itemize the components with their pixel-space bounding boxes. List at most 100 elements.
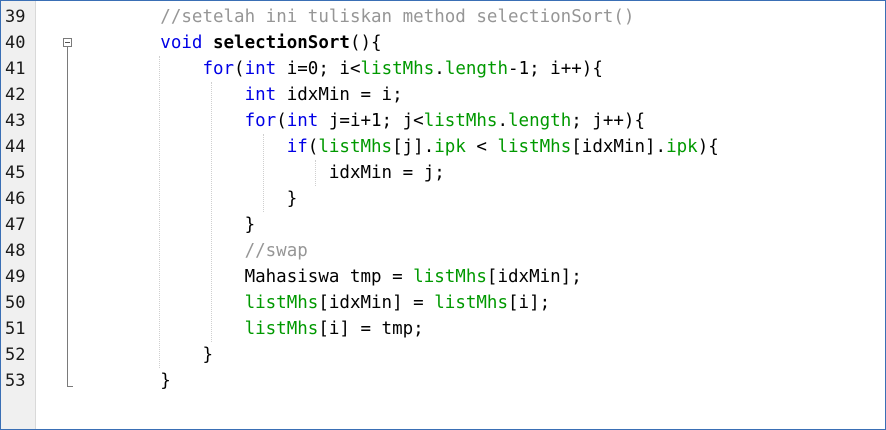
code-token-method: selectionSort — [212, 33, 350, 53]
code-text: } — [76, 212, 256, 238]
code-line[interactable]: 42 int idxMin = i; — [1, 82, 885, 108]
code-line[interactable]: 51 listMhs[i] = tmp; — [1, 316, 885, 342]
code-token-comment: //setelah ini tuliskan method selectionS… — [160, 7, 635, 27]
code-token-field: ipk — [666, 137, 698, 157]
code-line[interactable]: 53 } — [1, 368, 885, 394]
code-token-keyword: int — [286, 111, 319, 131]
code-token-plain: } — [244, 215, 256, 235]
code-token-plain: } — [286, 189, 298, 209]
code-editor[interactable]: 39 //setelah ini tuliskan method selecti… — [0, 0, 886, 430]
code-token-field: length — [444, 59, 509, 79]
line-number: 47 — [5, 215, 26, 235]
code-text: listMhs[i] = tmp; — [76, 316, 424, 342]
code-line[interactable]: 43 for(int j=i+1; j<listMhs.length; j++)… — [1, 108, 885, 134]
code-token-field: listMhs — [434, 293, 509, 313]
code-token-plain: j=i+1; j< — [318, 111, 424, 131]
indent-guide — [159, 56, 160, 368]
line-number: 40 — [5, 33, 26, 53]
code-token-field: listMhs — [360, 59, 435, 79]
indent-guide — [315, 160, 316, 186]
code-line[interactable]: 45 idxMin = j; — [1, 160, 885, 186]
code-token-plain: ( — [234, 59, 245, 79]
line-number: 51 — [5, 319, 26, 339]
code-line[interactable]: 50 listMhs[idxMin] = listMhs[i]; — [1, 290, 885, 316]
code-token-plain: idxMin = i; — [276, 85, 403, 105]
code-token-plain: ( — [276, 111, 287, 131]
code-token-field: listMhs — [497, 137, 572, 157]
code-token-plain: [i]; — [508, 293, 551, 313]
code-token-comment: //swap — [244, 241, 308, 261]
code-token-plain: i=0; i< — [276, 59, 361, 79]
code-token-plain: [idxMin]. — [571, 137, 667, 157]
line-number: 49 — [5, 267, 26, 287]
code-token-field: listMhs — [244, 319, 319, 339]
code-text: idxMin = j; — [76, 160, 445, 186]
line-number: 42 — [5, 85, 26, 105]
code-token-field: listMhs — [244, 293, 319, 313]
line-number: 50 — [5, 293, 26, 313]
code-token-field: listMhs — [423, 111, 498, 131]
code-line[interactable]: 39 //setelah ini tuliskan method selecti… — [1, 4, 885, 30]
code-token-plain: [i] = tmp; — [318, 319, 424, 339]
code-token-keyword: if — [286, 137, 308, 157]
code-line[interactable]: 49 Mahasiswa tmp = listMhs[idxMin]; — [1, 264, 885, 290]
line-number: 39 — [5, 7, 26, 27]
code-token-plain: idxMin = j; — [328, 163, 445, 183]
code-token-plain: Mahasiswa tmp = — [244, 267, 414, 287]
line-number: 45 — [5, 163, 26, 183]
code-text: for(int i=0; i<listMhs.length-1; i++){ — [76, 56, 603, 82]
code-text: } — [76, 186, 298, 212]
indent-guide — [263, 134, 264, 212]
code-token-keyword: for — [202, 59, 235, 79]
code-token-field: listMhs — [413, 267, 487, 287]
code-token-plain: [j]. — [392, 137, 435, 157]
code-token-plain: } — [160, 371, 171, 391]
code-token-keyword: int — [244, 85, 277, 105]
fold-minus-icon[interactable] — [63, 38, 72, 47]
code-token-field: ipk — [434, 137, 466, 157]
code-text: listMhs[idxMin] = listMhs[i]; — [76, 290, 551, 316]
code-token-plain: . — [434, 59, 445, 79]
fold-end-marker — [67, 386, 73, 387]
code-line[interactable]: 48 //swap — [1, 238, 885, 264]
line-number: 48 — [5, 241, 26, 261]
code-line[interactable]: 41 for(int i=0; i<listMhs.length-1; i++)… — [1, 56, 885, 82]
code-token-plain: [idxMin]; — [486, 267, 582, 287]
line-number: 53 — [5, 371, 26, 391]
line-number: 52 — [5, 345, 26, 365]
code-text: for(int j=i+1; j<listMhs.length; j++){ — [76, 108, 645, 134]
line-number: 46 — [5, 189, 26, 209]
indent-guide — [211, 82, 212, 342]
code-token-keyword: void — [160, 33, 213, 53]
code-line[interactable]: 40 void selectionSort(){ — [1, 30, 885, 56]
code-line[interactable]: 44 if(listMhs[j].ipk < listMhs[idxMin].i… — [1, 134, 885, 160]
code-text: Mahasiswa tmp = listMhs[idxMin]; — [76, 264, 582, 290]
code-token-plain: < — [465, 137, 498, 157]
code-text: int idxMin = i; — [76, 82, 403, 108]
code-token-plain: -1; i++){ — [508, 59, 603, 79]
code-line[interactable]: 52 } — [1, 342, 885, 368]
code-text: } — [76, 342, 213, 368]
line-number: 44 — [5, 137, 26, 157]
code-token-field: listMhs — [318, 137, 393, 157]
fold-range-line — [67, 47, 68, 386]
code-line[interactable]: 47 } — [1, 212, 885, 238]
code-token-keyword: int — [244, 59, 277, 79]
code-token-plain: ){ — [697, 137, 719, 157]
code-line[interactable]: 46 } — [1, 186, 885, 212]
code-text: //setelah ini tuliskan method selectionS… — [76, 4, 634, 30]
code-text: void selectionSort(){ — [76, 30, 381, 56]
line-number: 41 — [5, 59, 26, 79]
